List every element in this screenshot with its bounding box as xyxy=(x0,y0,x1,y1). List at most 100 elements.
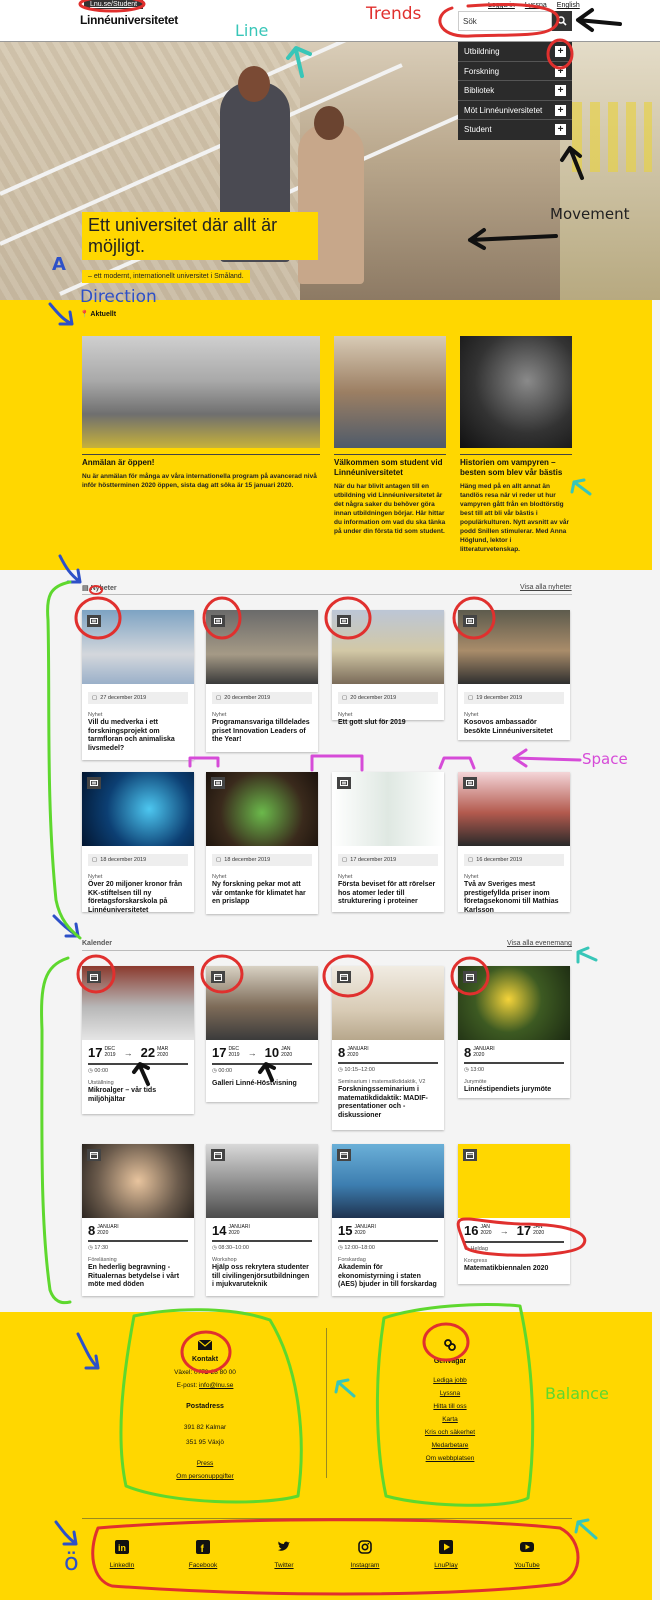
social-facebook[interactable]: f Facebook xyxy=(173,1540,233,1569)
news-card[interactable]: ▢ 18 december 2019 Nyhet Över 20 miljoner … xyxy=(82,772,194,914)
student-portal-link[interactable]: Lnu.se/Student xyxy=(84,0,144,9)
event-date: 15 JANUARI 2020 xyxy=(338,1224,438,1237)
event-card[interactable]: 16 JAN 2020 → 17 JAN 2020 ⚇ Heldag Kongress Matem… xyxy=(458,1144,570,1284)
feature-card[interactable]: Välkommen som student vid Linnéuniversit… xyxy=(334,336,446,536)
shortcut-link[interactable]: Hitta till oss xyxy=(390,1403,510,1410)
news-card[interactable]: ▢ 20 december 2019 Nyhet Ett gott slut för… xyxy=(332,610,444,726)
event-time: ◷ 10:15–12:00 xyxy=(338,1067,375,1073)
press-link[interactable]: Press xyxy=(150,1460,260,1467)
news-icon xyxy=(211,777,225,789)
news-icon xyxy=(211,615,225,627)
feature-title: Anmälan är öppen! xyxy=(82,454,320,468)
calendar-icon xyxy=(87,1149,101,1161)
shortcut-link[interactable]: Lediga jobb xyxy=(390,1377,510,1384)
search-button[interactable] xyxy=(552,11,572,31)
feature-image xyxy=(460,336,572,448)
event-card[interactable]: 15 JANUARI 2020 ◷ 12:00–18:00 Forskardag Akad… xyxy=(332,1144,444,1296)
site-header: Lnu.se/Student Linnéuniversitetet Logga … xyxy=(0,0,660,42)
news-icon xyxy=(337,615,351,627)
search-input[interactable]: Sök xyxy=(458,11,552,31)
event-card[interactable]: 17 DEC 2019 → 10 JAN 2020 ◷ 00:00 Galleri Linné-… xyxy=(206,966,318,1102)
facebook-icon: f xyxy=(196,1540,210,1555)
aktuellt-section: 📍 Aktuellt Anmälan är öppen! Nu är anmäl… xyxy=(0,300,652,570)
menu-item-forskning[interactable]: Forskning + xyxy=(458,62,572,82)
annotation-line: Line xyxy=(235,21,269,40)
shortcut-link[interactable]: Om webbplatsen xyxy=(390,1455,510,1462)
feature-title: Historien om vampyren – besten som blev … xyxy=(460,454,572,478)
english-link[interactable]: English xyxy=(557,2,580,9)
login-link[interactable]: Logga in xyxy=(488,2,515,9)
shortcuts-title: Genvägar xyxy=(433,1358,467,1365)
event-type: Seminarium i matematikdidaktik, V2 xyxy=(338,1079,426,1085)
shortcut-link[interactable]: Karta xyxy=(390,1416,510,1423)
news-icon xyxy=(463,615,477,627)
annotation-bracket xyxy=(310,754,364,772)
event-date: 8 JANUARI 2020 xyxy=(464,1046,564,1059)
privacy-link[interactable]: Om personuppgifter xyxy=(150,1473,260,1480)
event-end-month: JAN 2020 xyxy=(281,1046,293,1058)
news-date: ▢ 19 december 2019 xyxy=(464,692,564,704)
annotation-arrow xyxy=(52,914,80,938)
feature-image xyxy=(82,336,320,448)
feature-title: Välkommen som student vid Linnéuniversit… xyxy=(334,454,446,478)
news-type: Nyhet xyxy=(88,712,103,718)
top-links: Logga in Lyssna English xyxy=(488,2,580,9)
menu-item-student[interactable]: Student + xyxy=(458,120,572,140)
news-type: Nyhet xyxy=(464,712,479,718)
news-card[interactable]: ▢ 27 december 2019 Nyhet Vill du medverka … xyxy=(82,610,194,760)
news-card[interactable]: ▢ 16 december 2019 Nyhet Två av Sveriges m… xyxy=(458,772,570,914)
all-news-link[interactable]: Visa alla nyheter xyxy=(520,584,572,591)
event-card[interactable]: 8 JANUARI 2020 ◷ 10:15–12:00 Seminarium i ma… xyxy=(332,966,444,1130)
expand-icon: + xyxy=(555,46,566,57)
event-date: 16 JAN 2020 → 17 JAN 2020 xyxy=(464,1224,564,1238)
shortcut-link[interactable]: Medarbetare xyxy=(390,1442,510,1449)
event-type: Föreläsning xyxy=(88,1257,117,1263)
social-youtube[interactable]: YouTube xyxy=(497,1540,557,1569)
shortcut-link[interactable]: Kris och säkerhet xyxy=(390,1429,510,1436)
social-instagram[interactable]: Instagram xyxy=(335,1540,395,1569)
menu-item-utbildning[interactable]: Utbildning + xyxy=(458,42,572,62)
address-kalmar: 391 82 Kalmar xyxy=(183,1424,227,1431)
social-lnuplay[interactable]: LnuPlay xyxy=(416,1540,476,1569)
news-icon xyxy=(337,777,351,789)
news-card[interactable]: ▢ 18 december 2019 Nyhet Ny forskning peka… xyxy=(206,772,318,914)
news-card[interactable]: ▢ 20 december 2019 Nyhet Programansvariga … xyxy=(206,610,318,752)
event-month: DEC 2019 xyxy=(104,1046,116,1058)
event-month: JAN 2020 xyxy=(480,1224,492,1236)
nyheter-heading: ▤ Nyheter xyxy=(82,585,117,592)
event-end-day: 22 xyxy=(140,1045,156,1060)
feature-card[interactable]: Historien om vampyren – besten som blev … xyxy=(460,336,572,554)
linkedin-icon: in xyxy=(115,1540,129,1554)
news-image xyxy=(332,772,444,846)
event-title: Linnéstipendiets jurymöte xyxy=(464,1086,552,1093)
event-card[interactable]: 8 JANUARI 2020 ◷ 17:30 Föreläsning En hederli… xyxy=(82,1144,194,1296)
event-type: Jurymöte xyxy=(464,1079,487,1085)
menu-item-bibliotek[interactable]: Bibliotek + xyxy=(458,81,572,101)
menu-item-mot-lnu[interactable]: Möt Linnéuniversitetet + xyxy=(458,101,572,121)
calendar-icon xyxy=(337,1149,351,1161)
feature-image xyxy=(334,336,446,448)
shortcut-link[interactable]: Lyssna xyxy=(390,1390,510,1397)
news-card[interactable]: ▢ 19 december 2019 Nyhet Kosovos ambassadö… xyxy=(458,610,570,740)
annotation-trends: Trends xyxy=(366,4,422,24)
news-date: ▢ 20 december 2019 xyxy=(338,692,438,704)
news-title: Kosovos ambassadör besökte Linnéuniversi… xyxy=(464,719,553,735)
email-link[interactable]: info@lnu.se xyxy=(199,1382,233,1389)
news-card[interactable]: ▢ 17 december 2019 Nyhet Första beviset fö… xyxy=(332,772,444,912)
event-end-month: JAN 2020 xyxy=(533,1224,545,1236)
listen-link[interactable]: Lyssna xyxy=(525,2,547,9)
feature-card[interactable]: Anmälan är öppen! Nu är anmälan för mång… xyxy=(82,336,320,490)
event-end-day: 10 xyxy=(264,1045,280,1060)
news-title: Ett gott slut för 2019 xyxy=(338,719,406,726)
news-title: Över 20 miljoner kronor från KK-stiftels… xyxy=(88,881,183,914)
event-card[interactable]: 8 JANUARI 2020 ◷ 13:00 Jurymöte Linnéstipendi… xyxy=(458,966,570,1098)
news-title: Två av Sveriges mest prestigefyllda pris… xyxy=(464,881,559,914)
annotation-bracket xyxy=(188,756,220,768)
event-card[interactable]: 17 DEC 2019 → 22 MAR 2020 ◷ 00:00 Utställning Mik… xyxy=(82,966,194,1114)
site-logo[interactable]: Linnéuniversitetet xyxy=(80,13,178,27)
news-date: ▢ 16 december 2019 xyxy=(464,854,564,866)
all-events-link[interactable]: Visa alla evenemang xyxy=(507,940,572,947)
social-linkedin[interactable]: in LinkedIn xyxy=(92,1540,152,1569)
social-twitter[interactable]: Twitter xyxy=(254,1540,314,1569)
event-card[interactable]: 14 JANUARI 2020 ◷ 08:30–10:00 Workshop Hjälp … xyxy=(206,1144,318,1296)
